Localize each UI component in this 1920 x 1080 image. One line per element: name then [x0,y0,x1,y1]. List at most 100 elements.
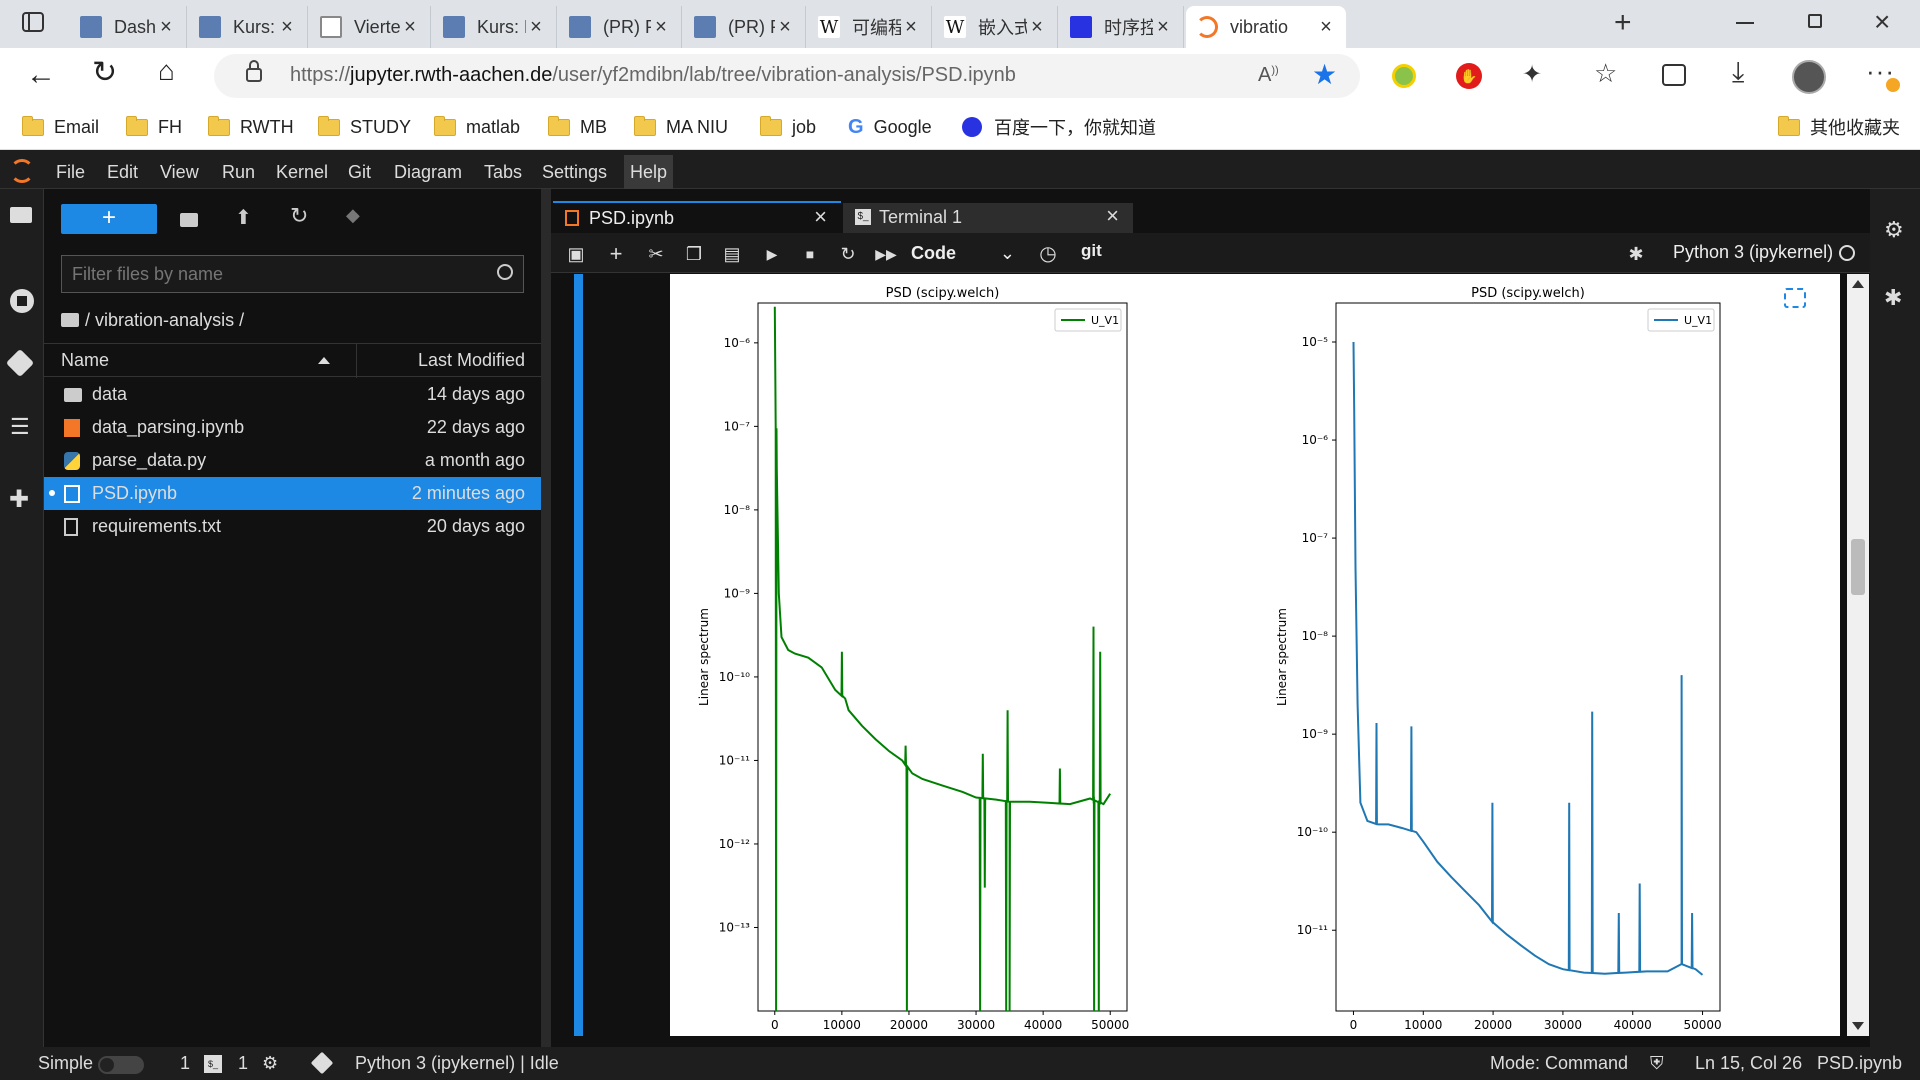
bookmark-item[interactable]: G Google [848,114,932,140]
close-tab-icon[interactable]: × [526,16,546,39]
browser-tab[interactable]: (PR) Pr× [684,6,806,48]
file-row[interactable]: parse_data.py a month ago [44,444,541,477]
new-tab-button[interactable]: + [1614,8,1632,38]
close-tab-icon[interactable]: × [400,16,420,39]
debugger-icon[interactable]: ✱ [1623,241,1649,267]
extension-manager-icon[interactable]: ✚ [9,485,29,514]
simple-mode-toggle[interactable] [98,1056,144,1074]
home-icon[interactable]: ⌂ [158,56,175,86]
bookmark-item[interactable]: RWTH [208,114,294,140]
menu-edit[interactable]: Edit [101,155,144,189]
bookmark-item[interactable]: STUDY [318,114,411,140]
menu-tabs[interactable]: Tabs [478,155,528,189]
url-field[interactable]: https://jupyter.rwth-aachen.de/user/yf2m… [214,54,1360,98]
run-icon[interactable]: ▶ [759,241,785,267]
downloads-icon[interactable]: ⤓ [1732,56,1744,89]
close-tab-icon[interactable]: × [814,204,827,230]
extension-green-icon[interactable] [1392,64,1416,88]
close-tab-icon[interactable]: × [1106,203,1119,229]
cut-icon[interactable]: ✂ [643,241,669,267]
restore-icon[interactable] [1808,14,1822,28]
modified-column-header[interactable]: Last Modified [418,350,525,371]
close-tab-icon[interactable]: × [651,16,671,39]
extensions-puzzle-icon[interactable]: ✦ [1522,60,1542,89]
back-icon[interactable]: ← [26,60,56,90]
profile-avatar[interactable] [1792,60,1826,94]
bookmark-item[interactable]: FH [126,114,182,140]
cursor-position[interactable]: Ln 15, Col 26 [1695,1053,1802,1074]
scroll-down-icon[interactable] [1852,1022,1864,1030]
debugger-bug-icon[interactable]: ✱ [1884,285,1902,311]
new-launcher-button[interactable]: + [61,204,157,234]
kernel-name[interactable]: Python 3 (ipykernel) [1673,242,1833,263]
file-row[interactable]: data_parsing.ipynb 22 days ago [44,411,541,444]
bookmark-item[interactable]: 百度一下，你就知道 [962,114,1156,140]
browser-tab[interactable]: W 嵌入式 × [934,6,1058,48]
breadcrumb-path[interactable]: / vibration-analysis / [85,310,244,331]
table-of-contents-icon[interactable]: ☰ [10,416,30,438]
menu-file[interactable]: File [50,155,91,189]
upload-icon[interactable]: ⬆ [235,205,252,230]
favorite-star-icon[interactable]: ★ [1312,58,1337,91]
menu-settings[interactable]: Settings [536,155,613,189]
filter-files-field[interactable] [72,262,472,286]
minimize-icon[interactable] [1736,22,1754,24]
screenshot-icon[interactable] [1784,288,1806,308]
bookmark-item[interactable]: job [760,114,816,140]
doc-tab-psd[interactable]: PSD.ipynb × [553,201,841,233]
close-tab-icon[interactable]: × [1153,16,1173,39]
property-inspector-icon[interactable]: ⚙ [1884,217,1904,243]
clock-icon[interactable]: ◷ [1035,241,1061,267]
running-sessions-icon[interactable] [10,289,34,313]
close-tab-icon[interactable]: × [1027,16,1047,39]
tab-actions-icon[interactable] [22,12,44,32]
menu-diagram[interactable]: Diagram [388,155,468,189]
scroll-up-icon[interactable] [1852,280,1864,288]
close-tab-icon[interactable]: × [1316,16,1336,39]
scroll-thumb[interactable] [1851,539,1865,595]
browser-tab[interactable]: Viertel × [310,6,431,48]
doc-tab-terminal[interactable]: $_ Terminal 1 × [843,203,1133,233]
bookmark-item[interactable]: matlab [434,114,520,140]
browser-tab[interactable]: Kurs: R× [189,6,308,48]
cell-type-select[interactable]: Code ⌄ [911,239,1021,267]
menu-run[interactable]: Run [216,155,261,189]
name-column-header[interactable]: Name [61,350,109,371]
collections-icon[interactable] [1662,64,1686,86]
bookmark-item[interactable]: Email [22,114,99,140]
close-window-icon[interactable]: × [1874,6,1890,38]
git-button[interactable]: git [1081,241,1102,261]
git-clone-icon[interactable]: ◆ [346,205,360,226]
adblock-icon[interactable]: ✋ [1456,63,1482,89]
insert-cell-icon[interactable]: + [603,241,629,267]
filter-files-input[interactable] [61,255,524,293]
kernel-status[interactable]: Python 3 (ipykernel) | Idle [355,1053,559,1074]
save-icon[interactable]: ▣ [563,241,589,267]
git-status-icon[interactable] [310,1051,334,1075]
file-row[interactable]: data 14 days ago [44,378,541,411]
bookmark-item[interactable]: MA NIU [634,114,728,140]
file-row[interactable]: requirements.txt 20 days ago [44,510,541,543]
file-row[interactable]: PSD.ipynb 2 minutes ago [44,477,541,510]
favorites-icon[interactable]: ☆ [1594,58,1617,89]
copy-icon[interactable]: ❐ [681,241,707,267]
other-bookmarks[interactable]: 其他收藏夹 [1778,114,1900,140]
trusted-shield-icon[interactable]: ⛨ [1650,1053,1664,1074]
sort-up-icon[interactable] [318,357,330,364]
close-tab-icon[interactable]: × [775,16,795,39]
paste-icon[interactable]: ▤ [719,241,745,267]
read-aloud-icon[interactable]: A)) [1258,64,1279,87]
browser-tab[interactable]: vibratio × [1186,6,1346,48]
home-folder-icon[interactable] [61,313,79,327]
browser-tab[interactable]: Dashb× [70,6,187,48]
menu-git[interactable]: Git [342,155,377,189]
lock-icon[interactable] [246,68,262,82]
terminal-status-icon[interactable]: $_ [204,1055,222,1073]
git-icon[interactable] [5,348,35,378]
cpu-icon[interactable]: ⚙ [262,1053,278,1074]
close-tab-icon[interactable]: × [901,16,921,39]
file-browser-folder-icon[interactable] [10,207,32,223]
close-tab-icon[interactable]: × [156,16,176,39]
new-folder-icon[interactable] [180,213,198,227]
close-tab-icon[interactable]: × [277,16,297,39]
